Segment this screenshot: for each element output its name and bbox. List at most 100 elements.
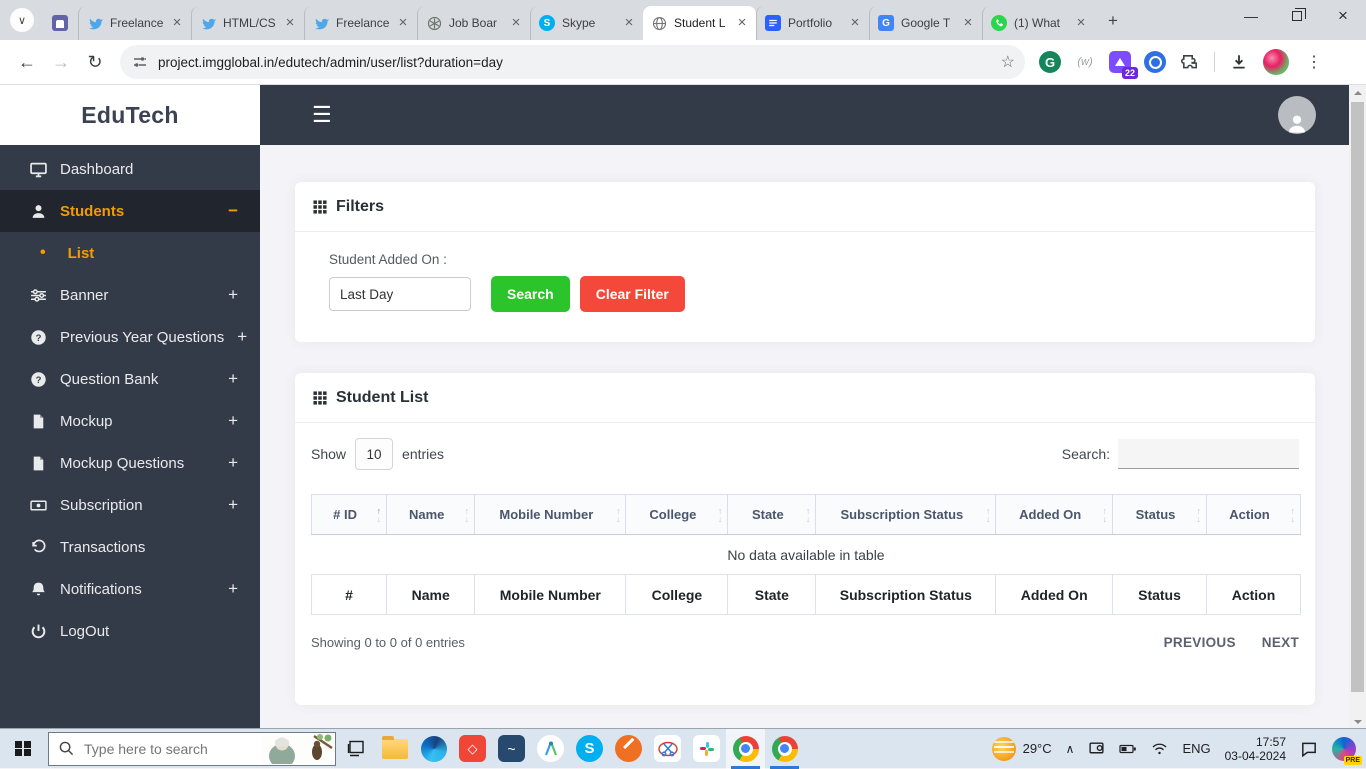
reload-button[interactable]: ↻ bbox=[78, 45, 112, 79]
file-explorer-button[interactable] bbox=[375, 729, 414, 769]
snipping-tool-button[interactable] bbox=[648, 729, 687, 769]
browser-tab[interactable]: G Google T × bbox=[869, 6, 982, 40]
table-search-input[interactable] bbox=[1118, 439, 1299, 469]
sidebar-item-logout[interactable]: LogOut bbox=[0, 610, 260, 652]
expand-icon[interactable]: + bbox=[228, 285, 238, 305]
user-avatar[interactable] bbox=[1278, 96, 1316, 134]
close-icon[interactable]: × bbox=[847, 15, 863, 31]
close-icon[interactable]: × bbox=[508, 15, 524, 31]
sidebar-item-students[interactable]: Students − bbox=[0, 190, 260, 232]
browser-profile-avatar[interactable] bbox=[1263, 49, 1289, 75]
browser-tab-active[interactable]: Student L × bbox=[643, 6, 756, 40]
tab-search-button[interactable]: ∨ bbox=[10, 8, 34, 32]
pinned-tab-teams[interactable] bbox=[42, 6, 78, 40]
start-button[interactable] bbox=[0, 729, 46, 769]
tray-display-icon[interactable] bbox=[1088, 740, 1105, 757]
close-icon[interactable]: × bbox=[621, 15, 637, 31]
notification-center-icon[interactable] bbox=[1300, 740, 1318, 758]
window-restore-button[interactable] bbox=[1274, 0, 1320, 32]
pgadmin-button[interactable]: ~ bbox=[492, 729, 531, 769]
browser-tab[interactable]: S Skype × bbox=[530, 6, 643, 40]
browser-tab[interactable]: HTML/CS × bbox=[191, 6, 304, 40]
sidebar-item-previous-year-questions[interactable]: ? Previous Year Questions + bbox=[0, 316, 260, 358]
column-header-action[interactable]: Action↑↓ bbox=[1206, 495, 1300, 535]
chrome-window-button-active[interactable] bbox=[726, 729, 765, 769]
battery-icon[interactable] bbox=[1119, 742, 1137, 756]
sidebar-item-mockup-questions[interactable]: Mockup Questions + bbox=[0, 442, 260, 484]
close-icon[interactable]: × bbox=[734, 15, 750, 31]
page-size-select[interactable]: 10 bbox=[355, 438, 393, 470]
downloads-icon[interactable] bbox=[1228, 51, 1250, 73]
close-icon[interactable]: × bbox=[395, 15, 411, 31]
window-minimize-button[interactable]: — bbox=[1228, 0, 1274, 32]
window-close-button[interactable]: × bbox=[1320, 0, 1366, 32]
collapse-icon[interactable]: − bbox=[228, 201, 238, 221]
chrome-window-button[interactable] bbox=[765, 729, 804, 769]
browser-tab[interactable]: (1) What × bbox=[982, 6, 1095, 40]
scrollbar-thumb[interactable] bbox=[1351, 102, 1364, 692]
expand-icon[interactable]: + bbox=[228, 579, 238, 599]
sidebar-item-question-bank[interactable]: ? Question Bank + bbox=[0, 358, 260, 400]
task-view-button[interactable] bbox=[336, 729, 375, 769]
address-bar[interactable]: project.imgglobal.in/edutech/admin/user/… bbox=[120, 45, 1025, 79]
browser-tab[interactable]: Portfolio × bbox=[756, 6, 869, 40]
new-tab-button[interactable]: + bbox=[1099, 7, 1127, 35]
sidebar-item-dashboard[interactable]: Dashboard bbox=[0, 148, 260, 190]
expand-icon[interactable]: + bbox=[228, 411, 238, 431]
url-text[interactable]: project.imgglobal.in/edutech/admin/user/… bbox=[158, 55, 1001, 70]
search-highlight-image[interactable] bbox=[262, 734, 334, 764]
student-added-on-select[interactable] bbox=[329, 277, 471, 311]
wifi-icon[interactable] bbox=[1151, 742, 1168, 756]
sidebar-item-banner[interactable]: Banner + bbox=[0, 274, 260, 316]
compass-app-button[interactable] bbox=[531, 729, 570, 769]
scroll-up-icon[interactable] bbox=[1349, 85, 1366, 101]
edge-button[interactable] bbox=[414, 729, 453, 769]
grammarly-extension-icon[interactable]: G bbox=[1039, 51, 1061, 73]
close-icon[interactable]: × bbox=[169, 15, 185, 31]
extensions-puzzle-icon[interactable] bbox=[1179, 51, 1201, 73]
pen-app-button[interactable] bbox=[609, 729, 648, 769]
back-button[interactable]: ← bbox=[10, 45, 44, 79]
column-header-added-on[interactable]: Added On↑↓ bbox=[996, 495, 1113, 535]
slack-button[interactable] bbox=[687, 729, 726, 769]
column-header-status[interactable]: Status↑↓ bbox=[1113, 495, 1207, 535]
column-header-subscription[interactable]: Subscription Status↑↓ bbox=[816, 495, 996, 535]
taskbar-search-input[interactable] bbox=[84, 741, 234, 757]
browser-tab[interactable]: Freelance × bbox=[304, 6, 417, 40]
column-header-college[interactable]: College↑↓ bbox=[626, 495, 728, 535]
expand-icon[interactable]: + bbox=[228, 453, 238, 473]
taskbar-search-box[interactable] bbox=[48, 732, 336, 766]
clear-filter-button[interactable]: Clear Filter bbox=[580, 276, 685, 312]
page-scrollbar[interactable] bbox=[1349, 85, 1366, 728]
browser-tab[interactable]: Freelance × bbox=[78, 6, 191, 40]
sidebar-item-subscription[interactable]: Subscription + bbox=[0, 484, 260, 526]
column-header-state[interactable]: State↑↓ bbox=[728, 495, 816, 535]
bookmark-star-icon[interactable]: ☆ bbox=[1001, 52, 1015, 72]
column-header-id[interactable]: # ID↑↓ bbox=[312, 495, 387, 535]
sidebar-subitem-list[interactable]: • List bbox=[0, 232, 260, 274]
previous-page-button[interactable]: PREVIOUS bbox=[1164, 635, 1236, 650]
tray-chevron-up-icon[interactable]: ∧ bbox=[1066, 742, 1075, 756]
purple-extension-icon[interactable]: 22 bbox=[1109, 51, 1131, 73]
close-icon[interactable]: × bbox=[960, 15, 976, 31]
hamburger-menu-icon[interactable]: ☰ bbox=[312, 102, 332, 128]
next-page-button[interactable]: NEXT bbox=[1262, 635, 1299, 650]
expand-icon[interactable]: + bbox=[237, 327, 247, 347]
browser-tab[interactable]: Job Boar × bbox=[417, 6, 530, 40]
sidebar-item-mockup[interactable]: Mockup + bbox=[0, 400, 260, 442]
column-header-mobile[interactable]: Mobile Number↑↓ bbox=[475, 495, 626, 535]
sidebar-item-transactions[interactable]: Transactions bbox=[0, 526, 260, 568]
expand-icon[interactable]: + bbox=[228, 369, 238, 389]
anydesk-button[interactable]: ◇ bbox=[453, 729, 492, 769]
weather-widget[interactable]: 29°C bbox=[992, 737, 1052, 761]
forward-button[interactable]: → bbox=[44, 45, 78, 79]
blue-extension-icon[interactable] bbox=[1144, 51, 1166, 73]
close-icon[interactable]: × bbox=[1073, 15, 1089, 31]
skype-button[interactable]: S bbox=[570, 729, 609, 769]
language-indicator[interactable]: ENG bbox=[1182, 741, 1210, 756]
w-extension-icon[interactable]: (w) bbox=[1074, 51, 1096, 73]
copilot-icon[interactable]: PRE bbox=[1332, 737, 1356, 761]
browser-menu-icon[interactable]: ⋮ bbox=[1302, 52, 1334, 72]
sidebar-item-notifications[interactable]: Notifications + bbox=[0, 568, 260, 610]
expand-icon[interactable]: + bbox=[228, 495, 238, 515]
